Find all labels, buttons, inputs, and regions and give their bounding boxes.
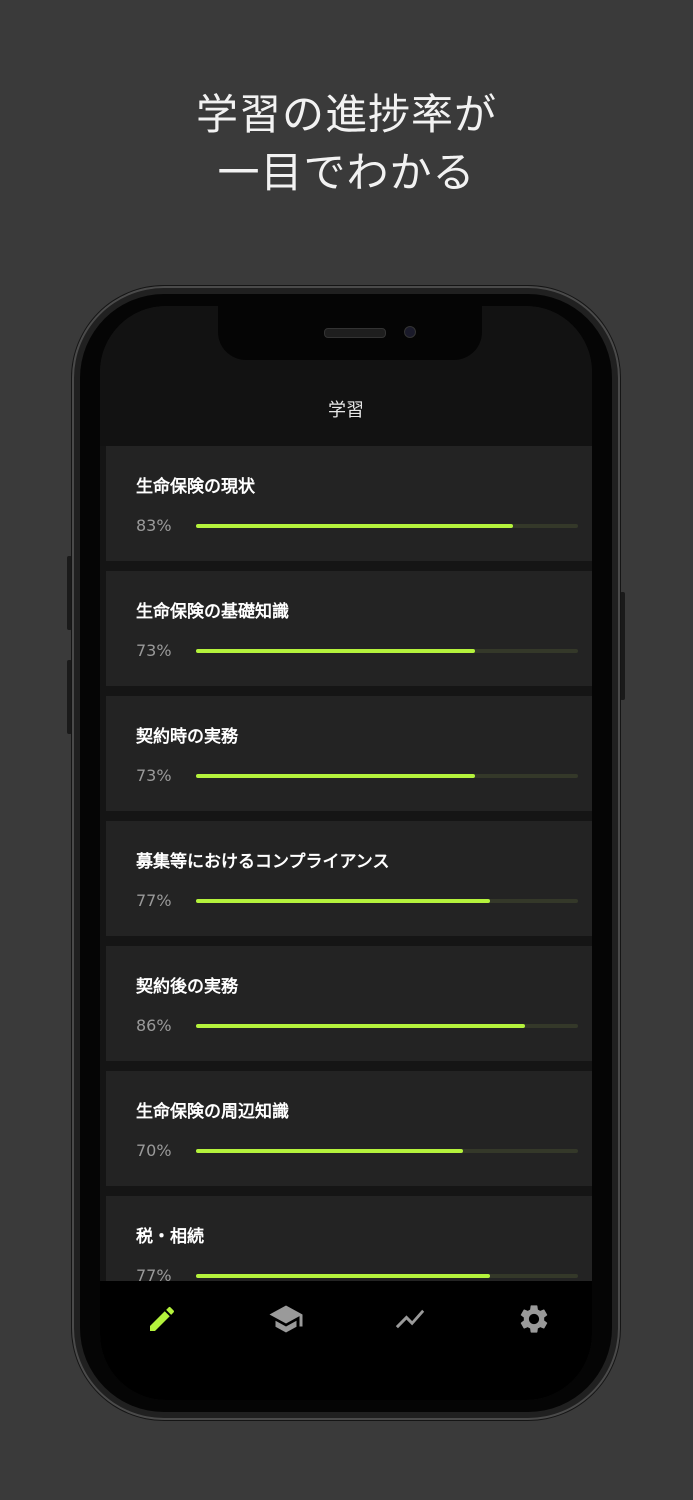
item-title: 契約時の実務 [136,727,238,747]
progress-fill [196,649,475,653]
page-title: 学習 [328,400,364,421]
gear-icon [520,1305,548,1333]
phone-bezel: 学習 生命保険の現状 83% 生命保険の基礎知識 73% 契約時の実務 73% 募集等におけ… [80,294,612,1412]
item-percent: 86% [136,1016,172,1035]
progress-track [196,1274,578,1278]
item-percent: 77% [136,1266,172,1281]
phone-screen: 学習 生命保険の現状 83% 生命保険の基礎知識 73% 契約時の実務 73% 募集等におけ… [100,306,592,1400]
front-camera [404,326,416,338]
progress-track [196,1149,578,1153]
item-percent: 83% [136,516,172,535]
tab-stats[interactable] [390,1299,430,1339]
list-item[interactable]: 生命保険の周辺知識 70% [106,1071,592,1186]
progress-fill [196,899,491,903]
phone-frame: 学習 生命保険の現状 83% 生命保険の基礎知識 73% 契約時の実務 73% 募集等におけ… [72,286,620,1420]
item-title: 生命保険の現状 [136,477,255,497]
trend-chart-icon [395,1309,425,1329]
list-item[interactable]: 生命保険の現状 83% [106,446,592,561]
list-item[interactable]: 募集等におけるコンプライアンス 77% [106,821,592,936]
graduation-cap-icon [269,1305,303,1333]
pencil-icon [150,1306,175,1331]
progress-track [196,899,578,903]
item-title: 税・相続 [136,1227,204,1247]
promo-headline: 学習の進捗率が 一目でわかる [0,86,693,202]
progress-track [196,524,578,528]
progress-fill [196,524,514,528]
list-item[interactable]: 契約後の実務 86% [106,946,592,1061]
headline-line-1: 学習の進捗率が [195,90,497,139]
progress-track [196,774,578,778]
progress-track [196,649,578,653]
power-button [620,592,625,700]
progress-list[interactable]: 生命保険の現状 83% 生命保険の基礎知識 73% 契約時の実務 73% 募集等におけるコン… [106,446,592,1281]
list-item[interactable]: 契約時の実務 73% [106,696,592,811]
progress-fill [196,1274,491,1278]
item-percent: 77% [136,891,172,910]
progress-track [196,1024,578,1028]
progress-fill [196,1149,464,1153]
list-item[interactable]: 生命保険の基礎知識 73% [106,571,592,686]
item-percent: 73% [136,641,172,660]
list-item[interactable]: 税・相続 77% [106,1196,592,1281]
progress-fill [196,774,475,778]
tab-study[interactable] [142,1299,182,1339]
app-header: 学習 [100,306,592,446]
progress-fill [196,1024,525,1028]
notch [218,306,482,360]
item-title: 募集等におけるコンプライアンス [136,852,390,872]
tab-courses[interactable] [266,1299,306,1339]
item-title: 契約後の実務 [136,977,238,997]
tab-settings[interactable] [514,1299,554,1339]
speaker-grille [324,328,386,338]
item-title: 生命保険の基礎知識 [136,602,289,622]
item-title: 生命保険の周辺知識 [136,1102,289,1122]
item-percent: 70% [136,1141,172,1160]
item-percent: 73% [136,766,172,785]
tab-bar [100,1281,592,1400]
headline-line-2: 一目でわかる [217,148,476,197]
